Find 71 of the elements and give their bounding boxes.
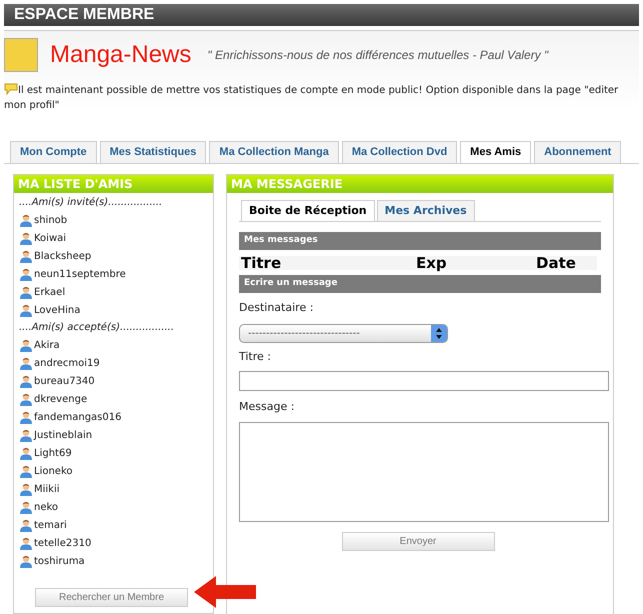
field-label: Destinataire :: [239, 300, 314, 316]
friend-link[interactable]: dkrevenge: [34, 392, 88, 406]
section-heading: ....Ami(s) accepté(s).................: [19, 321, 176, 335]
friend-link[interactable]: bureau7340: [34, 374, 95, 388]
user-icon: [19, 267, 33, 281]
friend-link[interactable]: LoveHina: [34, 302, 80, 318]
quote-text: " Enrichissons-nous de nos différences mutuelles - Paul Valery ": [207, 47, 548, 64]
friend-link[interactable]: Koiwai: [34, 230, 66, 246]
column-header: Titre: [241, 256, 282, 270]
user-icon: [19, 554, 33, 568]
column-header: Date: [536, 256, 577, 270]
user-icon: [19, 249, 33, 263]
tab[interactable]: Ma Collection Manga: [209, 141, 339, 163]
tab[interactable]: Mes Statistiques: [100, 141, 206, 163]
friend-link[interactable]: fandemangas016: [34, 410, 122, 424]
user-icon: [19, 446, 33, 460]
speech-bubble-icon: [4, 83, 18, 95]
user-icon: [19, 231, 33, 245]
section-heading: ....Ami(s) invité(s).................: [19, 196, 164, 210]
site-name: Manga-News: [50, 40, 192, 70]
field-label: Message :: [239, 399, 296, 415]
friend-link[interactable]: temari: [34, 518, 67, 532]
user-icon: [19, 482, 33, 496]
send-button[interactable]: Envoyer: [342, 532, 494, 550]
title-input[interactable]: [239, 371, 609, 391]
page-title: ESPACE MEMBRE: [14, 5, 154, 25]
tab[interactable]: Boite de Réception: [241, 200, 375, 221]
friend-link[interactable]: tetelle2310: [34, 536, 92, 550]
friend-link[interactable]: neun11septembre: [34, 266, 126, 282]
tab[interactable]: Mes Amis: [460, 141, 532, 163]
user-icon: [19, 500, 33, 514]
user-icon: [19, 536, 33, 550]
friend-link[interactable]: Erkael: [34, 284, 66, 300]
notice-text: Il est maintenant possible de mettre vos statistiques de compte en mode public! Option disponible dans la page "editer mon profil": [4, 83, 620, 113]
avatar-picture: [4, 38, 38, 72]
friend-link[interactable]: toshiruma: [34, 554, 85, 568]
recipient-select[interactable]: -------------------------------: [239, 324, 448, 342]
tab[interactable]: Abonnement: [534, 141, 622, 163]
field-label: Titre :: [239, 348, 272, 364]
message-textarea[interactable]: [239, 422, 609, 522]
section-title: Ecrire un message: [244, 277, 338, 290]
panel-title: MA MESSAGERIE: [231, 176, 343, 193]
user-icon: [19, 410, 33, 424]
arrow-icon: [194, 576, 256, 608]
friend-link[interactable]: Miikii: [34, 482, 60, 496]
friend-link[interactable]: Light69: [34, 446, 72, 460]
friend-link[interactable]: shinob: [34, 212, 68, 228]
friend-link[interactable]: Justineblain: [34, 428, 92, 442]
tab[interactable]: Mon Compte: [10, 141, 97, 163]
user-icon: [19, 303, 33, 317]
user-icon: [19, 338, 33, 352]
friend-link[interactable]: Akira: [34, 338, 60, 352]
tab[interactable]: Mes Archives: [376, 200, 475, 221]
user-icon: [19, 428, 33, 442]
user-icon: [19, 518, 33, 532]
user-icon: [19, 464, 33, 478]
user-icon: [19, 374, 33, 388]
friend-link[interactable]: Blacksheep: [34, 248, 92, 264]
stepper-arrows-icon: [431, 324, 447, 342]
section-title: Mes messages: [244, 234, 318, 248]
user-icon: [19, 356, 33, 370]
friend-link[interactable]: Lioneko: [34, 464, 73, 478]
user-icon: [19, 285, 33, 299]
user-icon: [19, 213, 33, 227]
user-icon: [19, 392, 33, 406]
panel-title: MA LISTE D'AMIS: [18, 176, 133, 193]
search-member-button[interactable]: Rechercher un Membre: [35, 588, 188, 607]
tab[interactable]: Ma Collection Dvd: [342, 141, 458, 163]
friend-link[interactable]: neko: [34, 500, 58, 514]
column-header: Exp: [416, 256, 448, 270]
friend-link[interactable]: andrecmoi19: [34, 356, 100, 370]
